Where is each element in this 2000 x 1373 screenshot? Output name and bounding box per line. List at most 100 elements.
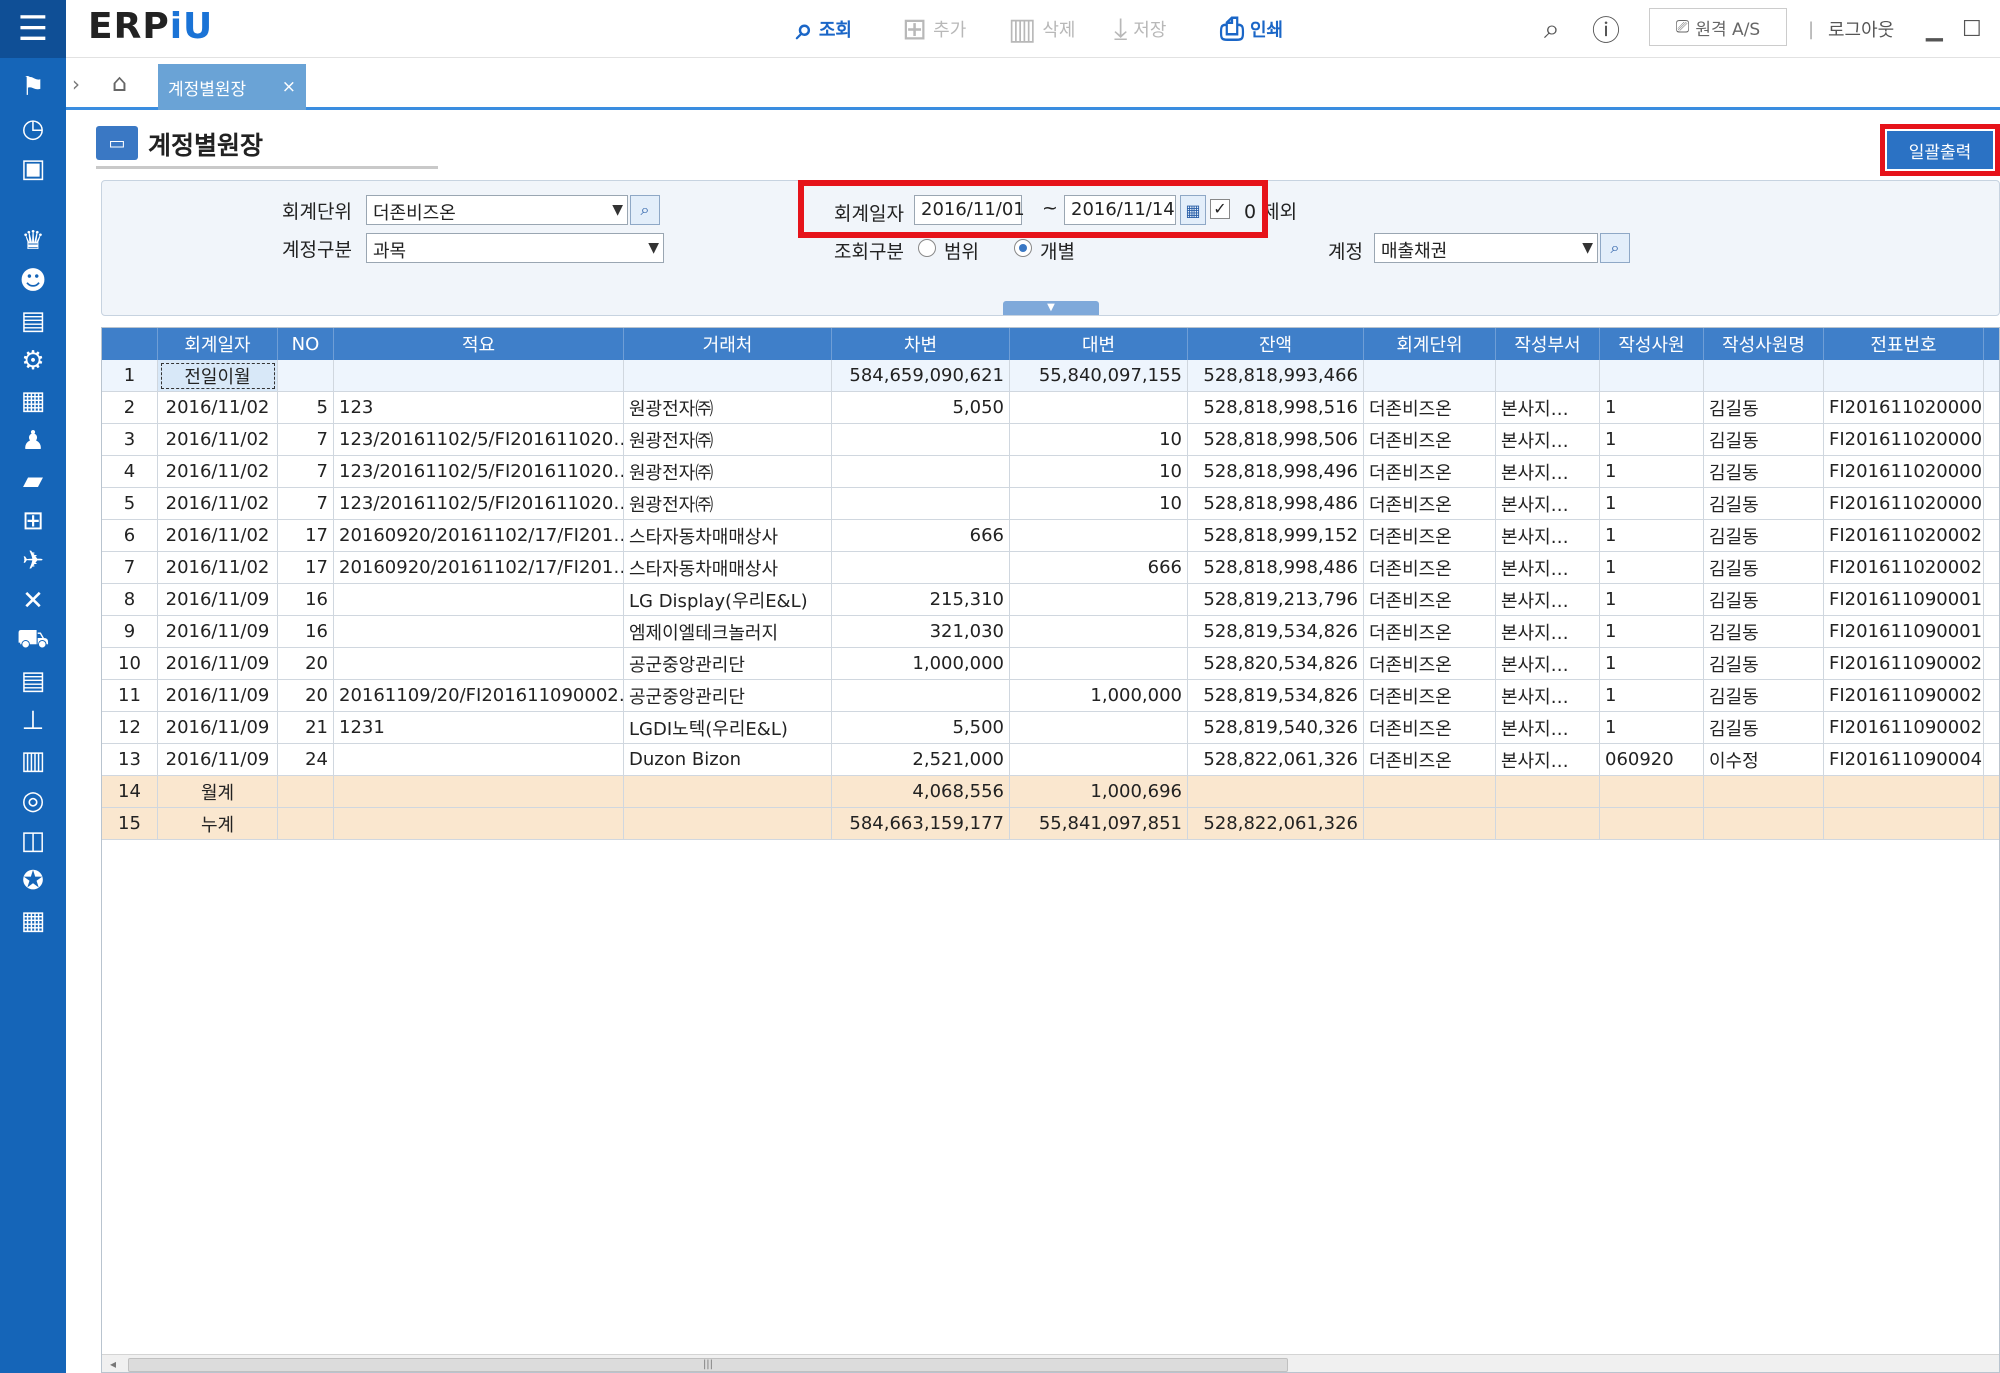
grid-cell[interactable]: 528,818,998,496 [1188,456,1364,488]
grid-cell[interactable] [1984,424,1999,456]
grid-cell[interactable] [1984,808,1999,840]
grid-cell[interactable]: 20161109/20/FI201611090002… [334,680,624,712]
row-number-cell[interactable]: 10 [102,648,158,680]
grid-cell[interactable]: FI2016110900042 [1824,744,1984,776]
grid-cell[interactable]: 10 [1010,456,1188,488]
grid-cell[interactable] [624,360,832,392]
column-header[interactable]: NO [278,328,334,360]
grid-cell[interactable] [1984,680,1999,712]
register-icon[interactable]: ▦ [14,902,52,940]
grid-cell[interactable]: 55,840,097,155 [1010,360,1188,392]
row-number-cell[interactable]: 14 [102,776,158,808]
grid-cell[interactable]: 528,818,998,506 [1188,424,1364,456]
grid-cell[interactable] [1704,360,1824,392]
grid-cell[interactable]: 더존비즈온 [1364,616,1496,648]
grid-cell[interactable]: 1231 [334,712,624,744]
grid-cell[interactable] [334,744,624,776]
grid-cell[interactable]: FI2016110900024 [1824,712,1984,744]
presentation-icon[interactable]: ◫ [14,822,52,860]
grid-cell[interactable]: 528,818,998,486 [1188,552,1364,584]
grid-cell[interactable]: 528,818,993,466 [1188,360,1364,392]
unit-search-icon[interactable]: ⌕ [630,195,660,225]
grid-cell[interactable] [1364,808,1496,840]
collapse-panel-button[interactable]: ▼ [1003,301,1099,315]
grid-cell[interactable] [1984,360,1999,392]
table-row[interactable]: 3 2016/11/02 7 123/20161102/5/FI201611020… 원… [102,424,1999,456]
grid-cell[interactable] [1984,584,1999,616]
grid-cell[interactable]: 더존비즈온 [1364,744,1496,776]
grid-cell[interactable]: 16 [278,616,334,648]
unit-select[interactable]: 더존비즈온 ▼ [366,195,628,225]
grid-cell[interactable]: 본사지… [1496,520,1600,552]
grid-cell[interactable]: 666 [1010,552,1188,584]
grid-cell[interactable]: 528,822,061,326 [1188,744,1364,776]
grid-cell[interactable]: 1,000,000 [832,648,1010,680]
grid-cell[interactable]: FI2016110200021 [1824,520,1984,552]
grid-cell[interactable]: 21 [278,712,334,744]
grid-cell[interactable]: 20160920/20161102/17/FI201… [334,552,624,584]
grid-cell[interactable] [832,456,1010,488]
account-search-icon[interactable]: ⌕ [1600,233,1630,263]
grid-cell[interactable]: 더존비즈온 [1364,648,1496,680]
grid-cell[interactable] [1010,392,1188,424]
monitor-chart-icon[interactable]: ▤ [14,302,52,340]
grid-cell[interactable] [1600,776,1704,808]
grid-cell[interactable]: 2016/11/02 [158,456,278,488]
grid-cell[interactable]: 김길동 [1704,552,1824,584]
grid-cell[interactable]: 1,000,000 [1010,680,1188,712]
money-icon[interactable]: ◎ [14,782,52,820]
grid-cell[interactable]: 17 [278,520,334,552]
grid-cell[interactable]: 2016/11/02 [158,424,278,456]
grid-cell[interactable]: 7 [278,424,334,456]
grid-cell[interactable] [1824,808,1984,840]
grid-cell[interactable] [334,648,624,680]
range-radio[interactable] [918,239,936,257]
home-icon[interactable]: ⌂ [112,69,127,97]
grid-cell[interactable]: 24 [278,744,334,776]
grid-cell[interactable]: 123 [334,392,624,424]
grid-cell[interactable]: 김길동 [1704,712,1824,744]
close-icon[interactable]: × [282,77,296,97]
table-row[interactable]: 4 2016/11/02 7 123/20161102/5/FI201611020… 원… [102,456,1999,488]
airplane-icon[interactable]: ✈ [14,542,52,580]
grid-cell[interactable]: 1 [1600,456,1704,488]
grid-cell[interactable]: 528,822,061,326 [1188,808,1364,840]
grid-cell[interactable] [1600,360,1704,392]
grid-cell[interactable]: 528,818,998,486 [1188,488,1364,520]
grid-cell[interactable] [278,776,334,808]
grid-cell[interactable]: 스타자동차매매상사 [624,552,832,584]
grid-cell[interactable] [334,360,624,392]
grid-cell[interactable] [1984,616,1999,648]
building-icon[interactable]: ▥ [14,742,52,780]
grid-cell[interactable]: 스타자동차매매상사 [624,520,832,552]
grid-cell[interactable] [1496,808,1600,840]
row-number-header[interactable] [102,328,158,360]
table-row[interactable]: 11 2016/11/09 20 20161109/20/FI201611090002… [102,680,1999,712]
info-icon[interactable]: ⓘ [1592,8,1620,50]
grid-cell[interactable]: 1 [1600,392,1704,424]
grid-cell[interactable]: FI2016110200009 [1824,488,1984,520]
grid-cell[interactable] [832,552,1010,584]
grid-cell[interactable]: 2016/11/09 [158,584,278,616]
grid-cell[interactable]: 1 [1600,648,1704,680]
grid-cell[interactable]: 김길동 [1704,488,1824,520]
add-button[interactable]: ⊞ 추가 [902,8,966,50]
grid-cell[interactable] [1984,456,1999,488]
grid-cell[interactable] [1496,360,1600,392]
grid-cell[interactable] [334,584,624,616]
grid-cell[interactable]: 2016/11/09 [158,680,278,712]
column-header[interactable]: 대변 [1010,328,1188,360]
grid-cell[interactable]: 원광전자㈜ [624,424,832,456]
grid-cell[interactable]: 1 [1600,712,1704,744]
remote-as-button[interactable]: ⎚ 원격 A/S [1649,8,1787,46]
grid-cell[interactable] [1984,520,1999,552]
grid-cell[interactable]: 123/20161102/5/FI201611020… [334,488,624,520]
maximize-icon[interactable]: ☐ [1962,8,1982,50]
grid-cell[interactable]: FI2016110200021 [1824,552,1984,584]
grid-cell[interactable]: LGDI노텍(우리E&L) [624,712,832,744]
bookmark-icon[interactable]: ⚑ [14,68,52,106]
grid-cell[interactable]: 666 [832,520,1010,552]
grid-cell[interactable]: 본사지… [1496,424,1600,456]
grid-cell[interactable]: 123/20161102/5/FI201611020… [334,424,624,456]
grid-cell[interactable]: 1 [1600,552,1704,584]
